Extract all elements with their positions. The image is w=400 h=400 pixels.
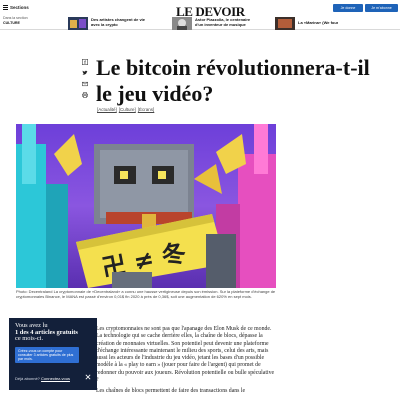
- share-toolbar: f: [81, 58, 88, 98]
- print-icon[interactable]: [81, 91, 88, 98]
- svg-text:f: f: [84, 60, 86, 65]
- promo-thumbnail: [68, 16, 88, 30]
- sections-menu-label: Sections: [10, 5, 29, 10]
- section-name[interactable]: CULTURE: [3, 21, 20, 25]
- paywall-box: Vous avez lu 1 des 4 articles gratuits c…: [9, 318, 97, 390]
- tag-link[interactable]: [Culture]: [119, 107, 136, 112]
- already-subscribed-text: Déjà abonné?: [15, 376, 40, 381]
- login-link[interactable]: Connectez-vous: [41, 376, 70, 381]
- promo-thumbnail: [275, 16, 295, 30]
- article-title: Le bitcoin révolutionnera-t-il le jeu vi…: [96, 55, 370, 106]
- tag-link[interactable]: [Écrans]: [138, 107, 155, 112]
- hero-illustration: 卍 ≠ 冬: [16, 124, 276, 288]
- article-hero-image: 卍 ≠ 冬: [16, 124, 276, 288]
- email-icon[interactable]: [81, 80, 88, 87]
- paywall-title-post: ce mois-ci.: [15, 335, 44, 343]
- promo-text: Des artistes changent de vie avec la cry…: [91, 17, 146, 27]
- promo-text: Astor Piazzolla, le centenaire d'un inve…: [195, 17, 251, 27]
- promo-thumbnail: [172, 16, 192, 30]
- hamburger-icon: [3, 5, 8, 10]
- twitter-icon[interactable]: [81, 69, 88, 76]
- sections-menu-button[interactable]: Sections: [3, 3, 35, 12]
- article-tags: [Actualité] [Culture] [Écrans]: [97, 107, 154, 112]
- promo-item[interactable]: La «Marina» (We fours 19 ans: [275, 16, 338, 30]
- article-paragraph: Les cryptomonnaies ne sont pas que l'apa…: [96, 326, 275, 384]
- facebook-icon[interactable]: f: [81, 58, 88, 65]
- site-header: Sections Dans la section CULTURE LE DEVO…: [0, 0, 400, 30]
- section-indicator: Dans la section CULTURE: [3, 16, 28, 25]
- image-caption: Photo: Decentraland La cryptomonnaie de …: [16, 289, 276, 299]
- donate-button[interactable]: Je donne: [333, 4, 363, 12]
- promo-item[interactable]: Des artistes changent de vie avec la cry…: [68, 16, 153, 30]
- tag-link[interactable]: [Actualité]: [97, 107, 117, 112]
- article-body: Les cryptomonnaies ne sont pas que l'apa…: [96, 326, 278, 400]
- promo-text: La «Marina» (We fours 19 ans: [298, 20, 338, 25]
- subscribe-button[interactable]: Je m'abonne: [365, 4, 398, 12]
- close-icon[interactable]: [84, 373, 92, 381]
- promo-item[interactable]: Astor Piazzolla, le centenaire d'un inve…: [172, 16, 257, 30]
- paywall-footer: Déjà abonné? Connectez-vous: [15, 376, 70, 381]
- paywall-title: Vous avez lu 1 des 4 articles gratuits c…: [15, 322, 91, 343]
- create-account-button[interactable]: Créez-vous un compte pour consulter 3 ar…: [15, 346, 79, 363]
- article-paragraph: Les chaînes de blocs permettent de faire…: [96, 388, 246, 395]
